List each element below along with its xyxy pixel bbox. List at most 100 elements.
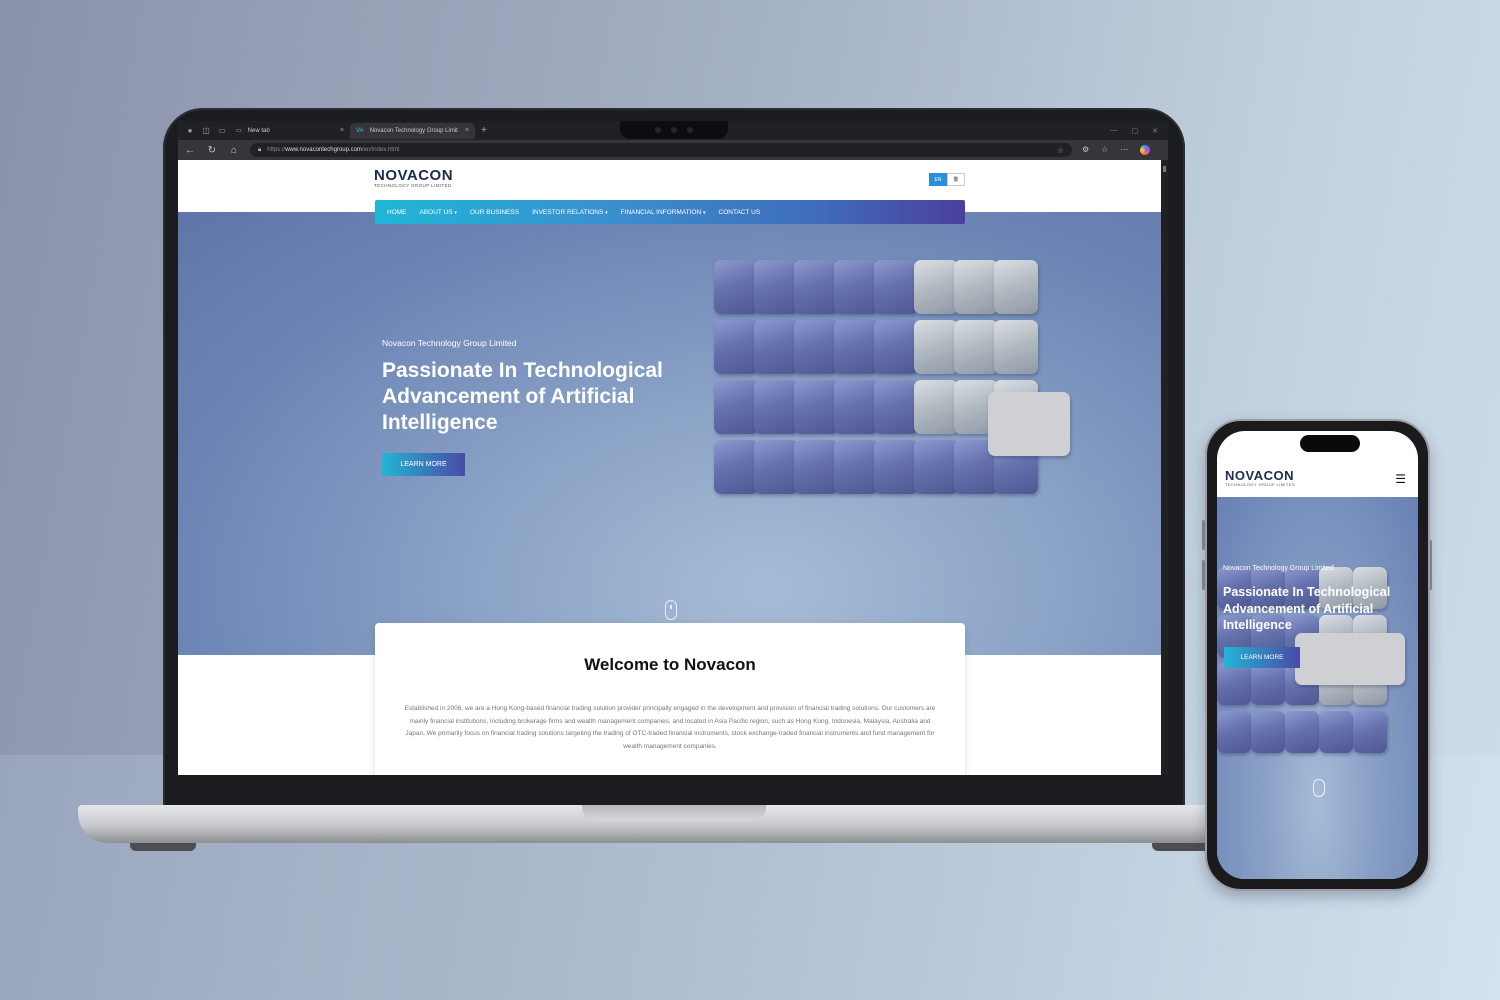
cube xyxy=(1319,711,1353,753)
close-icon[interactable]: × xyxy=(465,127,469,134)
learn-more-button[interactable]: LEARN MORE xyxy=(382,453,465,476)
main-navigation: HOME ABOUT US ▾ OUR BUSINESS INVESTOR RE… xyxy=(375,200,965,224)
cube xyxy=(914,380,958,434)
close-window-icon[interactable]: ✕ xyxy=(1152,127,1158,135)
cube xyxy=(954,260,998,314)
cube-highlight xyxy=(988,392,1070,456)
cube xyxy=(754,440,798,494)
cube xyxy=(914,440,958,494)
cube xyxy=(794,320,838,374)
cube xyxy=(834,260,878,314)
novacon-logo[interactable]: NOVACON TECHNOLOGY GROUP LIMITED xyxy=(1225,469,1295,487)
lang-tc-button[interactable]: 繁 xyxy=(947,173,965,186)
cube xyxy=(714,440,758,494)
cube xyxy=(1217,711,1251,753)
cube xyxy=(714,260,758,314)
scroll-mouse-icon[interactable] xyxy=(1313,779,1325,797)
home-icon[interactable]: ⌂ xyxy=(228,145,240,156)
cube xyxy=(914,320,958,374)
extensions-icon[interactable]: ⚙ xyxy=(1082,145,1089,155)
new-tab-button[interactable]: + xyxy=(475,125,493,136)
cube xyxy=(1285,711,1319,753)
cube-highlight xyxy=(1295,633,1405,685)
nav-about-us[interactable]: ABOUT US ▾ xyxy=(420,209,457,216)
cube xyxy=(994,320,1038,374)
cube xyxy=(954,320,998,374)
maximize-icon[interactable]: ▢ xyxy=(1132,127,1139,135)
cube xyxy=(754,260,798,314)
lock-icon: 🔒︎ xyxy=(258,146,262,153)
window-controls: — ▢ ✕ xyxy=(1111,127,1169,135)
chevron-down-icon: ▾ xyxy=(454,209,457,216)
scroll-mouse-icon[interactable] xyxy=(665,600,677,620)
refresh-icon[interactable]: ↻ xyxy=(206,145,218,156)
cube xyxy=(834,320,878,374)
cube xyxy=(794,260,838,314)
learn-more-button[interactable]: LEARN MORE xyxy=(1224,647,1300,668)
lang-en-button[interactable]: EN xyxy=(929,173,947,186)
language-switch: EN 繁 xyxy=(929,173,965,186)
mobile-phone: NOVACON TECHNOLOGY GROUP LIMITED ☰ Novac… xyxy=(1205,419,1430,891)
laptop-lid-groove xyxy=(582,805,766,821)
welcome-body: Established in 2006, we are a Hong Kong-… xyxy=(404,705,936,750)
minimize-icon[interactable]: — xyxy=(1111,127,1118,135)
cube xyxy=(834,440,878,494)
cube xyxy=(994,260,1038,314)
hamburger-menu-icon[interactable]: ☰ xyxy=(1395,472,1406,486)
profile-icon[interactable]: ● xyxy=(182,123,198,139)
laptop-foot xyxy=(130,843,196,851)
cube xyxy=(914,260,958,314)
favicon: VA xyxy=(356,127,364,134)
tab-actions-icon[interactable]: ▭ xyxy=(214,123,230,139)
nav-home[interactable]: HOME xyxy=(387,209,407,216)
tab-novacon[interactable]: VA Novacon Technology Group Limit × xyxy=(350,122,475,139)
chevron-down-icon: ▾ xyxy=(703,209,706,216)
url-text: https://www.novacontechgroup.com/en/inde… xyxy=(267,147,400,153)
hero-subtitle: Novacon Technology Group Limited xyxy=(1223,565,1334,572)
nav-contact-us[interactable]: CONTACT US xyxy=(719,209,761,216)
welcome-title: Welcome to Novacon xyxy=(584,655,756,674)
hero-subtitle: Novacon Technology Group Limited xyxy=(382,338,517,348)
cube xyxy=(714,380,758,434)
url-field[interactable]: 🔒︎ https://www.novacontechgroup.com/en/i… xyxy=(250,143,1072,157)
cube xyxy=(874,260,918,314)
close-icon[interactable]: × xyxy=(340,127,344,134)
favorites-icon[interactable]: ☆ xyxy=(1101,145,1108,155)
cube xyxy=(1251,711,1285,753)
mobile-hero-banner xyxy=(1217,497,1418,879)
address-bar-row: ← ↻ ⌂ 🔒︎ https://www.novacontechgroup.co… xyxy=(178,140,1168,160)
cube xyxy=(754,380,798,434)
tab-label: New tab xyxy=(247,127,270,134)
cube xyxy=(1251,663,1285,705)
dynamic-island xyxy=(1300,435,1360,452)
cube xyxy=(1217,663,1251,705)
nav-financial-information[interactable]: FINANCIAL INFORMATION ▾ xyxy=(621,209,706,216)
nav-our-business[interactable]: OUR BUSINESS xyxy=(470,209,519,216)
cube xyxy=(794,380,838,434)
favorite-star-icon[interactable]: ☆ xyxy=(1057,146,1064,155)
cube xyxy=(754,320,798,374)
more-icon[interactable]: ⋯ xyxy=(1120,145,1128,155)
copilot-icon[interactable] xyxy=(1140,145,1151,155)
laptop-screen: ● ◫ ▭ ▭ New tab × VA Novacon Technology … xyxy=(178,121,1168,775)
cube xyxy=(794,440,838,494)
cube xyxy=(874,380,918,434)
novacon-logo[interactable]: NOVACON TECHNOLOGY GROUP LIMITED xyxy=(374,168,453,189)
website-page: NOVACON TECHNOLOGY GROUP LIMITED EN 繁 No… xyxy=(178,160,1161,775)
welcome-card: Welcome to Novacon Established in 2006, … xyxy=(375,623,965,775)
page-icon: ▭ xyxy=(236,128,242,134)
laptop-camera-notch xyxy=(620,121,728,139)
hero-title: Passionate In Technological Advancement … xyxy=(382,359,663,434)
nav-investor-relations[interactable]: INVESTOR RELATIONS ▾ xyxy=(532,209,608,216)
cube xyxy=(874,320,918,374)
browser-toolbar-right: ⚙ ☆ ⋯ xyxy=(1082,145,1151,155)
cube xyxy=(1353,711,1387,753)
page-scrollbar[interactable] xyxy=(1161,160,1168,775)
back-icon[interactable]: ← xyxy=(184,145,196,156)
tab-new-tab[interactable]: ▭ New tab × xyxy=(230,123,350,139)
chevron-down-icon: ▾ xyxy=(605,209,608,216)
cube xyxy=(874,440,918,494)
cube xyxy=(834,380,878,434)
phone-screen: NOVACON TECHNOLOGY GROUP LIMITED ☰ Novac… xyxy=(1217,431,1418,879)
workspaces-icon[interactable]: ◫ xyxy=(198,123,214,139)
